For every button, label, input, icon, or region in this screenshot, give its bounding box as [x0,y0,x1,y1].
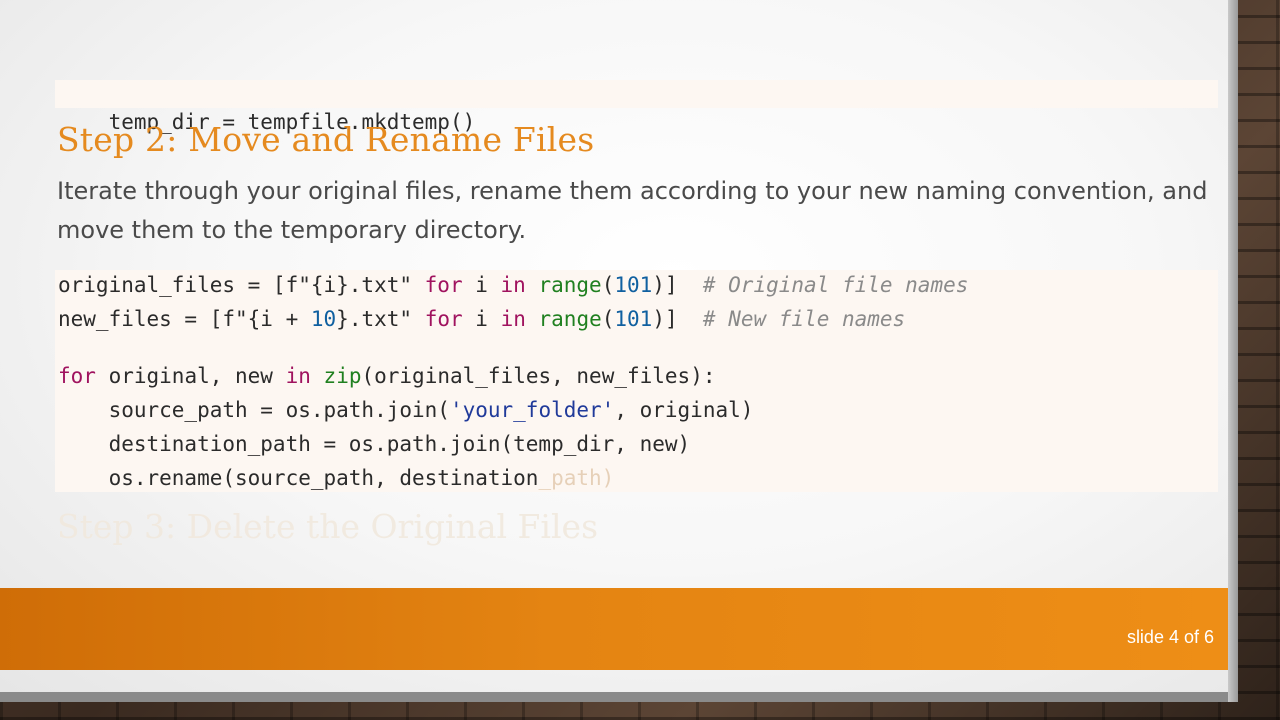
code-comment: # Original file names [702,273,969,297]
code-line-5: source_path = os.path.join('your_folder'… [58,398,754,422]
code-block-mkdtemp: temp_dir = tempfile.mkdtemp() [55,80,1218,134]
footer-bar: slide 4 of 6 [0,588,1228,670]
step2-heading: Step 2: Move and Rename Files [57,120,595,159]
code-line-7: os.rename(source_path, destination_path) [58,466,615,490]
code-comment: # New file names [702,307,906,331]
code-line-1: original_files = [f"{i}.txt" for i in ra… [58,273,969,297]
code-block-rename: original_files = [f"{i}.txt" for i in ra… [55,270,1218,492]
slide-edge [1228,0,1238,702]
step2-description: Iterate through your original files, ren… [57,177,1208,244]
slide: temp_dir = tempfile.mkdtemp() Step 2: Mo… [0,0,1228,692]
code-line-4: for original, new in zip(original_files,… [58,364,716,388]
code-line-6: destination_path = os.path.join(temp_dir… [58,432,691,456]
code-line-2: new_files = [f"{i + 10}.txt" for i in ra… [58,307,906,331]
step3-heading: Step 3: Delete the Original Files [57,507,599,546]
slide-number: slide 4 of 6 [1126,627,1214,647]
